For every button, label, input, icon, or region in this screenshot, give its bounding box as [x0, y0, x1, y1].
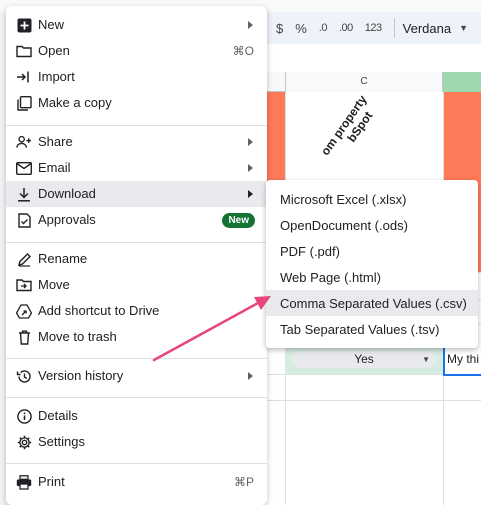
percent-format-button[interactable]: %	[289, 21, 313, 36]
column-header-d[interactable]	[443, 72, 481, 92]
download-option-html[interactable]: Web Page (.html)	[266, 264, 478, 290]
menu-item-share[interactable]: Share	[6, 129, 267, 155]
download-option-label: Tab Separated Values (.tsv)	[280, 322, 440, 337]
caret-down-icon: ▼	[422, 355, 430, 364]
shortcut-label: ⌘O	[232, 44, 254, 58]
download-option-xlsx[interactable]: Microsoft Excel (.xlsx)	[266, 186, 478, 212]
menu-item-rename[interactable]: Rename	[6, 246, 267, 272]
submenu-arrow-icon	[248, 190, 253, 198]
import-arrow-icon	[16, 69, 32, 85]
submenu-arrow-icon	[248, 21, 253, 29]
menu-item-open[interactable]: Open ⌘O	[6, 38, 267, 64]
new-badge: New	[222, 213, 255, 228]
download-option-label: Web Page (.html)	[280, 270, 381, 285]
menu-divider	[6, 463, 267, 464]
font-family-select[interactable]: Verdana	[403, 21, 451, 36]
move-folder-icon	[16, 277, 32, 293]
copy-icon	[16, 95, 32, 111]
download-option-label: OpenDocument (.ods)	[280, 218, 408, 233]
download-option-label: PDF (.pdf)	[280, 244, 340, 259]
menu-divider	[6, 358, 267, 359]
gear-icon	[16, 434, 32, 450]
download-option-ods[interactable]: OpenDocument (.ods)	[266, 212, 478, 238]
toolbar-divider	[393, 18, 395, 38]
menu-item-add-shortcut[interactable]: Add shortcut to Drive	[6, 298, 267, 324]
menu-item-label: Move to trash	[38, 329, 117, 344]
drive-shortcut-icon	[16, 303, 32, 319]
menu-item-new[interactable]: New	[6, 12, 267, 38]
cell-text: My thi	[447, 352, 480, 366]
menu-divider	[6, 242, 267, 243]
download-option-pdf[interactable]: PDF (.pdf)	[266, 238, 478, 264]
dropdown-chip[interactable]: Yes ▼	[292, 351, 436, 368]
menu-item-label: Make a copy	[38, 95, 112, 110]
menu-item-move[interactable]: Move	[6, 272, 267, 298]
submenu-arrow-icon	[248, 164, 253, 172]
folder-icon	[16, 43, 32, 59]
menu-divider	[6, 397, 267, 398]
trash-icon	[16, 329, 32, 345]
menu-item-label: Email	[38, 160, 71, 175]
menu-item-label: Version history	[38, 368, 124, 383]
menu-item-label: Move	[38, 277, 70, 292]
pencil-icon	[16, 251, 32, 267]
menu-item-label: Add shortcut to Drive	[38, 303, 160, 318]
menu-item-label: Approvals	[38, 212, 96, 227]
menu-item-label: Print	[38, 474, 65, 489]
email-icon	[16, 160, 32, 176]
chevron-down-icon[interactable]: ▼	[459, 23, 468, 33]
menu-item-download[interactable]: Download	[6, 181, 267, 207]
decrease-decimal-button[interactable]: .0	[313, 22, 333, 34]
menu-item-version-history[interactable]: Version history	[6, 363, 267, 389]
currency-format-button[interactable]: $	[270, 21, 289, 36]
menu-item-approvals[interactable]: Approvals New	[6, 207, 267, 233]
menu-item-make-copy[interactable]: Make a copy	[6, 90, 267, 116]
menu-item-label: Import	[38, 69, 75, 84]
plus-box-icon	[16, 17, 32, 33]
menu-item-move-trash[interactable]: Move to trash	[6, 324, 267, 350]
submenu-arrow-icon	[248, 138, 253, 146]
dropdown-chip-label: Yes	[354, 352, 374, 366]
download-icon	[16, 186, 32, 202]
menu-divider	[6, 125, 267, 126]
submenu-arrow-icon	[248, 372, 253, 380]
history-icon	[16, 368, 32, 384]
menu-item-settings[interactable]: Settings	[6, 429, 267, 455]
download-option-label: Microsoft Excel (.xlsx)	[280, 192, 407, 207]
download-option-tsv[interactable]: Tab Separated Values (.tsv)	[266, 316, 478, 342]
file-menu: New Open ⌘O Import Make a copy Share Ema…	[6, 6, 267, 505]
menu-item-label: Rename	[38, 251, 88, 266]
download-option-csv[interactable]: Comma Separated Values (.csv)	[266, 290, 478, 316]
selection-border	[443, 374, 481, 376]
menu-item-label: New	[38, 17, 65, 32]
menu-item-email[interactable]: Email	[6, 155, 267, 181]
shortcut-label: ⌘P	[233, 475, 254, 489]
menu-item-details[interactable]: Details	[6, 403, 267, 429]
menu-item-label: Download	[38, 186, 96, 201]
menu-item-print[interactable]: Print ⌘P	[6, 469, 267, 495]
row-gridline	[262, 400, 481, 401]
increase-decimal-button[interactable]: .00	[333, 22, 359, 34]
info-icon	[16, 408, 32, 424]
formatting-toolbar: $ % .0 .00 123 Verdana ▼	[262, 12, 481, 44]
download-option-label: Comma Separated Values (.csv)	[280, 296, 467, 311]
menu-item-label: Share	[38, 134, 73, 149]
printer-icon	[16, 474, 32, 490]
menu-item-import[interactable]: Import	[6, 64, 267, 90]
approvals-icon	[16, 212, 32, 228]
number-format-button[interactable]: 123	[359, 22, 388, 34]
menu-item-label: Open	[38, 43, 70, 58]
menu-item-label: Details	[38, 408, 78, 423]
menu-item-label: Settings	[38, 434, 85, 449]
download-submenu: Microsoft Excel (.xlsx) OpenDocument (.o…	[266, 180, 478, 348]
person-add-icon	[16, 134, 32, 150]
